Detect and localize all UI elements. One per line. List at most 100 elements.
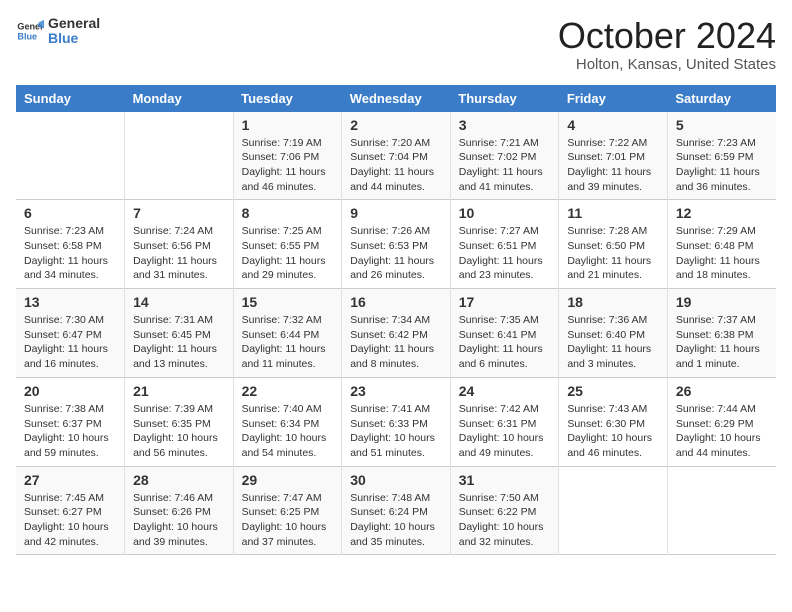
calendar-cell: 8 Sunrise: 7:25 AM Sunset: 6:55 PM Daylig… — [233, 200, 342, 289]
header-day-thursday: Thursday — [450, 85, 559, 112]
calendar-cell: 18 Sunrise: 7:36 AM Sunset: 6:40 PM Dayli… — [559, 289, 668, 378]
header-day-tuesday: Tuesday — [233, 85, 342, 112]
day-number: 1 — [242, 117, 334, 133]
logo-text: General Blue — [48, 16, 100, 47]
logo: General Blue General Blue — [16, 16, 100, 47]
day-info: Sunrise: 7:41 AM Sunset: 6:33 PM Dayligh… — [350, 402, 442, 461]
calendar-cell: 12Sunrise: 7:29 AM Sunset: 6:48 PM Dayli… — [667, 200, 776, 289]
day-number: 26 — [676, 383, 768, 399]
day-number: 13 — [24, 294, 116, 310]
calendar-cell: 4Sunrise: 7:22 AM Sunset: 7:01 PM Daylig… — [559, 112, 668, 200]
day-number: 21 — [133, 383, 225, 399]
header-day-friday: Friday — [559, 85, 668, 112]
calendar-cell: 29 Sunrise: 7:47 AM Sunset: 6:25 PM Dayli… — [233, 466, 342, 555]
calendar-cell: 10 Sunrise: 7:27 AM Sunset: 6:51 PM Dayli… — [450, 200, 559, 289]
day-number: 5 — [676, 117, 768, 133]
main-title: October 2024 — [558, 16, 776, 56]
calendar-cell: 9Sunrise: 7:26 AM Sunset: 6:53 PM Daylig… — [342, 200, 451, 289]
day-info: Sunrise: 7:35 AM Sunset: 6:41 PM Dayligh… — [459, 313, 551, 372]
day-info: Sunrise: 7:31 AM Sunset: 6:45 PM Dayligh… — [133, 313, 225, 372]
day-info: Sunrise: 7:46 AM Sunset: 6:26 PM Dayligh… — [133, 491, 225, 550]
day-info: Sunrise: 7:48 AM Sunset: 6:24 PM Dayligh… — [350, 491, 442, 550]
calendar-cell: 11 Sunrise: 7:28 AM Sunset: 6:50 PM Dayli… — [559, 200, 668, 289]
header-day-monday: Monday — [125, 85, 234, 112]
day-number: 28 — [133, 472, 225, 488]
calendar-cell: 6 Sunrise: 7:23 AM Sunset: 6:58 PM Daylig… — [16, 200, 125, 289]
day-number: 24 — [459, 383, 551, 399]
header-day-wednesday: Wednesday — [342, 85, 451, 112]
calendar-cell: 21Sunrise: 7:39 AM Sunset: 6:35 PM Dayli… — [125, 377, 234, 466]
day-number: 31 — [459, 472, 551, 488]
day-info: Sunrise: 7:26 AM Sunset: 6:53 PM Dayligh… — [350, 224, 442, 283]
header-day-saturday: Saturday — [667, 85, 776, 112]
calendar-cell: 16Sunrise: 7:34 AM Sunset: 6:42 PM Dayli… — [342, 289, 451, 378]
calendar-cell: 1 Sunrise: 7:19 AM Sunset: 7:06 PM Daylig… — [233, 112, 342, 200]
day-info: Sunrise: 7:19 AM Sunset: 7:06 PM Dayligh… — [242, 136, 334, 195]
day-info: Sunrise: 7:29 AM Sunset: 6:48 PM Dayligh… — [676, 224, 768, 283]
day-info: Sunrise: 7:27 AM Sunset: 6:51 PM Dayligh… — [459, 224, 551, 283]
day-number: 29 — [242, 472, 334, 488]
day-info: Sunrise: 7:47 AM Sunset: 6:25 PM Dayligh… — [242, 491, 334, 550]
calendar-cell — [667, 466, 776, 555]
day-number: 2 — [350, 117, 442, 133]
day-number: 18 — [567, 294, 659, 310]
week-row-3: 13 Sunrise: 7:30 AM Sunset: 6:47 PM Dayli… — [16, 289, 776, 378]
calendar-cell — [559, 466, 668, 555]
calendar-cell: 3Sunrise: 7:21 AM Sunset: 7:02 PM Daylig… — [450, 112, 559, 200]
day-number: 14 — [133, 294, 225, 310]
day-info: Sunrise: 7:30 AM Sunset: 6:47 PM Dayligh… — [24, 313, 116, 372]
logo-blue: Blue — [48, 31, 100, 46]
calendar-cell: 24 Sunrise: 7:42 AM Sunset: 6:31 PM Dayli… — [450, 377, 559, 466]
day-number: 15 — [242, 294, 334, 310]
week-row-2: 6 Sunrise: 7:23 AM Sunset: 6:58 PM Daylig… — [16, 200, 776, 289]
day-number: 30 — [350, 472, 442, 488]
day-info: Sunrise: 7:34 AM Sunset: 6:42 PM Dayligh… — [350, 313, 442, 372]
day-number: 27 — [24, 472, 116, 488]
calendar-cell: 17 Sunrise: 7:35 AM Sunset: 6:41 PM Dayli… — [450, 289, 559, 378]
day-number: 22 — [242, 383, 334, 399]
calendar-cell: 15 Sunrise: 7:32 AM Sunset: 6:44 PM Dayli… — [233, 289, 342, 378]
calendar-cell: 5 Sunrise: 7:23 AM Sunset: 6:59 PM Daylig… — [667, 112, 776, 200]
calendar-cell: 28 Sunrise: 7:46 AM Sunset: 6:26 PM Dayli… — [125, 466, 234, 555]
subtitle: Holton, Kansas, United States — [558, 56, 776, 73]
svg-text:Blue: Blue — [17, 32, 37, 42]
header-day-sunday: Sunday — [16, 85, 125, 112]
day-info: Sunrise: 7:23 AM Sunset: 6:58 PM Dayligh… — [24, 224, 116, 283]
calendar-cell — [16, 112, 125, 200]
day-info: Sunrise: 7:25 AM Sunset: 6:55 PM Dayligh… — [242, 224, 334, 283]
day-info: Sunrise: 7:24 AM Sunset: 6:56 PM Dayligh… — [133, 224, 225, 283]
day-number: 23 — [350, 383, 442, 399]
day-number: 6 — [24, 205, 116, 221]
day-number: 11 — [567, 205, 659, 221]
day-number: 8 — [242, 205, 334, 221]
calendar-cell: 14 Sunrise: 7:31 AM Sunset: 6:45 PM Dayli… — [125, 289, 234, 378]
calendar-cell: 22 Sunrise: 7:40 AM Sunset: 6:34 PM Dayli… — [233, 377, 342, 466]
calendar-cell: 25Sunrise: 7:43 AM Sunset: 6:30 PM Dayli… — [559, 377, 668, 466]
calendar-cell: 20 Sunrise: 7:38 AM Sunset: 6:37 PM Dayli… — [16, 377, 125, 466]
day-info: Sunrise: 7:50 AM Sunset: 6:22 PM Dayligh… — [459, 491, 551, 550]
logo-icon: General Blue — [16, 17, 44, 45]
day-info: Sunrise: 7:40 AM Sunset: 6:34 PM Dayligh… — [242, 402, 334, 461]
day-info: Sunrise: 7:23 AM Sunset: 6:59 PM Dayligh… — [676, 136, 768, 195]
calendar-cell: 31 Sunrise: 7:50 AM Sunset: 6:22 PM Dayli… — [450, 466, 559, 555]
day-number: 10 — [459, 205, 551, 221]
day-number: 17 — [459, 294, 551, 310]
day-info: Sunrise: 7:38 AM Sunset: 6:37 PM Dayligh… — [24, 402, 116, 461]
day-info: Sunrise: 7:32 AM Sunset: 6:44 PM Dayligh… — [242, 313, 334, 372]
day-info: Sunrise: 7:45 AM Sunset: 6:27 PM Dayligh… — [24, 491, 116, 550]
calendar-cell — [125, 112, 234, 200]
calendar-cell: 19Sunrise: 7:37 AM Sunset: 6:38 PM Dayli… — [667, 289, 776, 378]
day-number: 20 — [24, 383, 116, 399]
day-number: 19 — [676, 294, 768, 310]
logo-general: General — [48, 16, 100, 31]
day-info: Sunrise: 7:36 AM Sunset: 6:40 PM Dayligh… — [567, 313, 659, 372]
week-row-4: 20 Sunrise: 7:38 AM Sunset: 6:37 PM Dayli… — [16, 377, 776, 466]
calendar-header-row: SundayMondayTuesdayWednesdayThursdayFrid… — [16, 85, 776, 112]
week-row-5: 27 Sunrise: 7:45 AM Sunset: 6:27 PM Dayli… — [16, 466, 776, 555]
week-row-1: 1 Sunrise: 7:19 AM Sunset: 7:06 PM Daylig… — [16, 112, 776, 200]
day-info: Sunrise: 7:20 AM Sunset: 7:04 PM Dayligh… — [350, 136, 442, 195]
day-info: Sunrise: 7:22 AM Sunset: 7:01 PM Dayligh… — [567, 136, 659, 195]
day-number: 7 — [133, 205, 225, 221]
day-info: Sunrise: 7:42 AM Sunset: 6:31 PM Dayligh… — [459, 402, 551, 461]
day-info: Sunrise: 7:28 AM Sunset: 6:50 PM Dayligh… — [567, 224, 659, 283]
